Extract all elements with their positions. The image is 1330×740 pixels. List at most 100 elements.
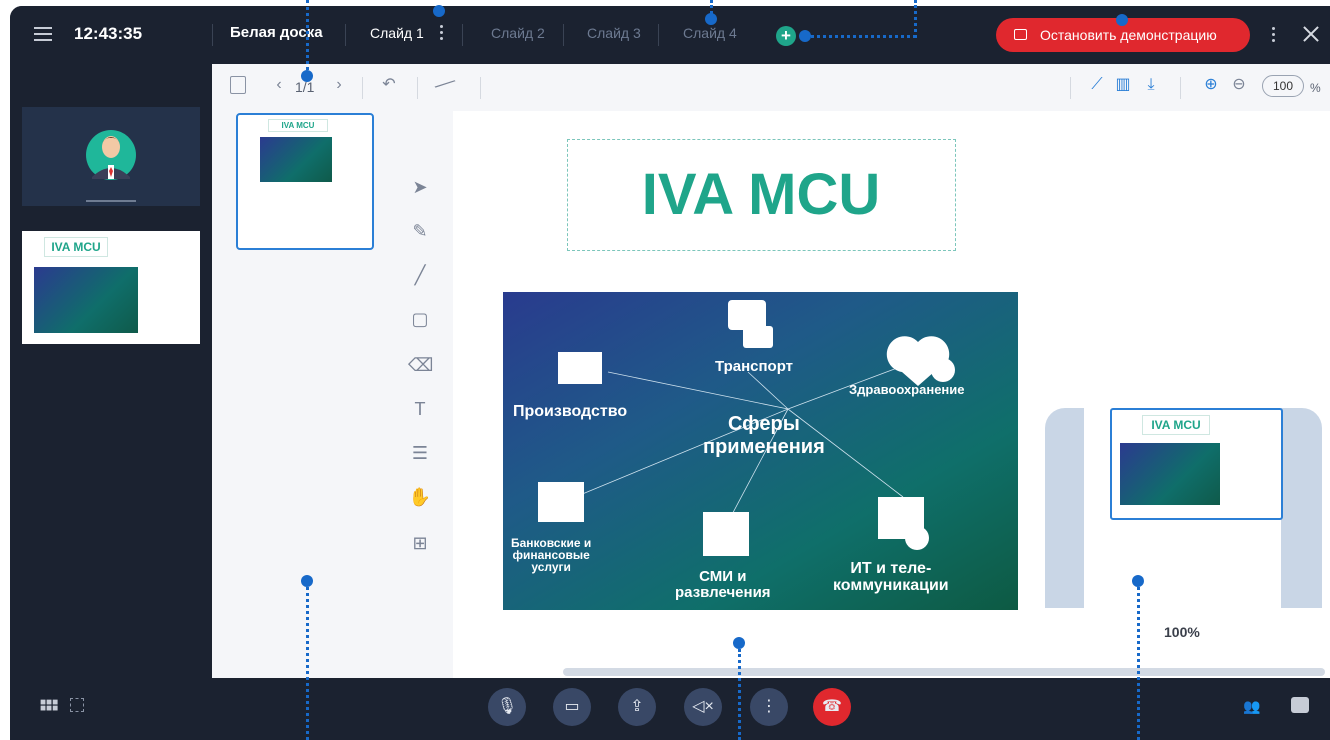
label-it: ИТ и теле- коммуникации — [833, 560, 949, 594]
pointer-dot — [1116, 14, 1128, 26]
add-tab-button[interactable]: + — [776, 26, 796, 46]
top-bar: 12:43:35 Белая доска Слайд 1 Слайд 2 Сла… — [10, 6, 1330, 64]
label-center: Сферы применения — [703, 413, 825, 458]
chat-icon[interactable] — [1291, 697, 1309, 713]
sidebar-toggle-icon[interactable] — [230, 76, 246, 94]
pointer-line — [306, 587, 309, 740]
rectangle-icon[interactable]: ▢ — [408, 307, 432, 331]
divider — [480, 77, 481, 99]
label-production: Производство — [513, 403, 628, 420]
divider — [212, 24, 213, 46]
thumb-slide-preview — [260, 137, 332, 182]
participants-icon[interactable]: 👥 — [1243, 698, 1263, 714]
label-transport: Транспорт — [715, 358, 794, 375]
stop-demo-label: Остановить демонстрацию — [1040, 27, 1217, 43]
conference-window: 12:43:35 Белая доска Слайд 1 Слайд 2 Сла… — [10, 6, 1330, 740]
clock: 12:43:35 — [74, 24, 143, 43]
participant-video-tile[interactable] — [22, 107, 200, 206]
minimap-slide-preview — [1120, 443, 1220, 505]
eraser-icon[interactable]: ⌫ — [408, 353, 433, 377]
divider — [1070, 77, 1071, 99]
grid-icon[interactable]: ■■■ ■■■ — [40, 698, 58, 714]
title-frame[interactable]: IVA MCU — [567, 139, 956, 251]
pencil-icon[interactable]: ✎ — [408, 219, 432, 243]
divider — [462, 24, 463, 46]
divider — [563, 24, 564, 46]
comment-icon[interactable]: ☰ — [408, 441, 432, 465]
tab-slide-3[interactable]: Слайд 3 — [587, 25, 641, 41]
more-icon[interactable] — [1272, 27, 1276, 45]
prev-page-icon[interactable]: ‹ — [270, 76, 288, 94]
pointer-line — [914, 0, 917, 38]
speaker-mute-icon[interactable]: ◁× — [684, 688, 722, 726]
pointer-line — [306, 0, 309, 70]
camera-icon[interactable]: ▭ — [553, 688, 591, 726]
pointer-dot — [301, 575, 313, 587]
hangup-icon[interactable]: ☎ — [813, 688, 851, 726]
tab-slide-2[interactable]: Слайд 2 — [491, 25, 545, 41]
share-title: IVA MCU — [44, 237, 108, 257]
hand-icon[interactable]: ✋ — [408, 485, 432, 509]
screen-share-tile[interactable]: IVA MCU — [22, 231, 200, 344]
laser-pointer-icon[interactable]: ⟋ — [1088, 76, 1106, 94]
pointer-dot — [301, 70, 313, 82]
text-icon[interactable]: T — [408, 397, 432, 421]
pointer-line — [806, 35, 916, 38]
share-slide-preview — [34, 267, 138, 333]
share-stop-icon — [1014, 29, 1027, 40]
thumb-title: IVA MCU — [268, 119, 328, 132]
drawing-tools: ➤ ✎ ╱ ▢ ⌫ T ☰ ✋ ⊞ — [408, 175, 438, 575]
brush-icon[interactable]: ╱ — [431, 72, 456, 97]
zoom-unit: % — [1310, 81, 1321, 95]
slides-panel: IVA MCU ➤ ✎ ╱ ▢ ⌫ T ☰ ✋ ⊞ — [212, 111, 453, 678]
pointer-dot — [799, 30, 811, 42]
tab-slide-4[interactable]: Слайд 4 — [683, 25, 737, 41]
pointer-dot — [733, 637, 745, 649]
whiteboard-toolbar: ‹ 1/1 › ↶ ╱ ⟋ ▥ ⤓ ⊕ ⊖ 100 % — [212, 64, 1330, 111]
microphone-icon[interactable]: 🎙 — [488, 688, 526, 726]
label-healthcare: Здравоохранение — [849, 382, 965, 397]
pointer-dot — [433, 5, 445, 17]
zoom-input[interactable]: 100 — [1262, 75, 1304, 97]
line-icon[interactable]: ╱ — [408, 263, 432, 287]
divider — [417, 77, 418, 99]
fullscreen-icon[interactable] — [70, 698, 84, 712]
divider — [362, 77, 363, 99]
bottom-bar: ■■■ ■■■ 🎙 ▭ ⇪ ◁× ⋮ ☎ 👥 — [10, 678, 1330, 740]
horizontal-scrollbar[interactable] — [563, 668, 1325, 676]
more-actions-icon[interactable]: ⋮ — [750, 688, 788, 726]
tab-slide-1[interactable]: Слайд 1 — [370, 25, 424, 41]
pointer-line — [1137, 587, 1140, 740]
minimap-viewport[interactable]: IVA MCU — [1110, 408, 1283, 520]
pointer-line — [738, 649, 741, 740]
next-page-icon[interactable]: › — [330, 76, 348, 94]
zoom-out-icon[interactable]: ⊖ — [1230, 76, 1248, 94]
tab-menu-icon[interactable] — [440, 25, 444, 43]
label-banking: Банковские и финансовые услуги — [511, 536, 592, 574]
undo-icon[interactable]: ↶ — [380, 76, 398, 94]
participants-panel: IVA MCU — [10, 64, 212, 678]
select-arrow-icon[interactable]: ➤ — [408, 175, 432, 199]
divider — [658, 24, 659, 46]
slide-image[interactable]: Транспорт Производство Здравоохранение С… — [503, 292, 1018, 610]
divider — [345, 24, 346, 46]
whiteboard-canvas[interactable]: IVA MCU Транспорт Производство Здравоохр… — [453, 111, 1330, 678]
insert-image-icon[interactable]: ⊞ — [408, 531, 432, 555]
slide-thumbnail[interactable]: IVA MCU — [236, 113, 374, 250]
label-media: СМИ и развлечения — [675, 568, 771, 601]
whiteboard-workspace: ‹ 1/1 › ↶ ╱ ⟋ ▥ ⤓ ⊕ ⊖ 100 % IVA MCU ➤ ✎ … — [212, 64, 1330, 678]
book-icon[interactable]: ▥ — [1114, 76, 1132, 94]
share-screen-icon[interactable]: ⇪ — [618, 688, 656, 726]
download-icon[interactable]: ⤓ — [1142, 76, 1160, 94]
minimap-zoom: 100% — [1164, 624, 1200, 640]
close-icon[interactable] — [1300, 23, 1322, 45]
menu-icon[interactable] — [34, 27, 52, 41]
pointer-line — [710, 0, 713, 14]
divider — [1180, 77, 1181, 99]
pointer-dot — [1132, 575, 1144, 587]
slide-title: IVA MCU — [641, 162, 881, 227]
zoom-in-icon[interactable]: ⊕ — [1202, 76, 1220, 94]
avatar — [86, 130, 136, 202]
pointer-dot — [705, 13, 717, 25]
minimap-title: IVA MCU — [1142, 415, 1210, 435]
